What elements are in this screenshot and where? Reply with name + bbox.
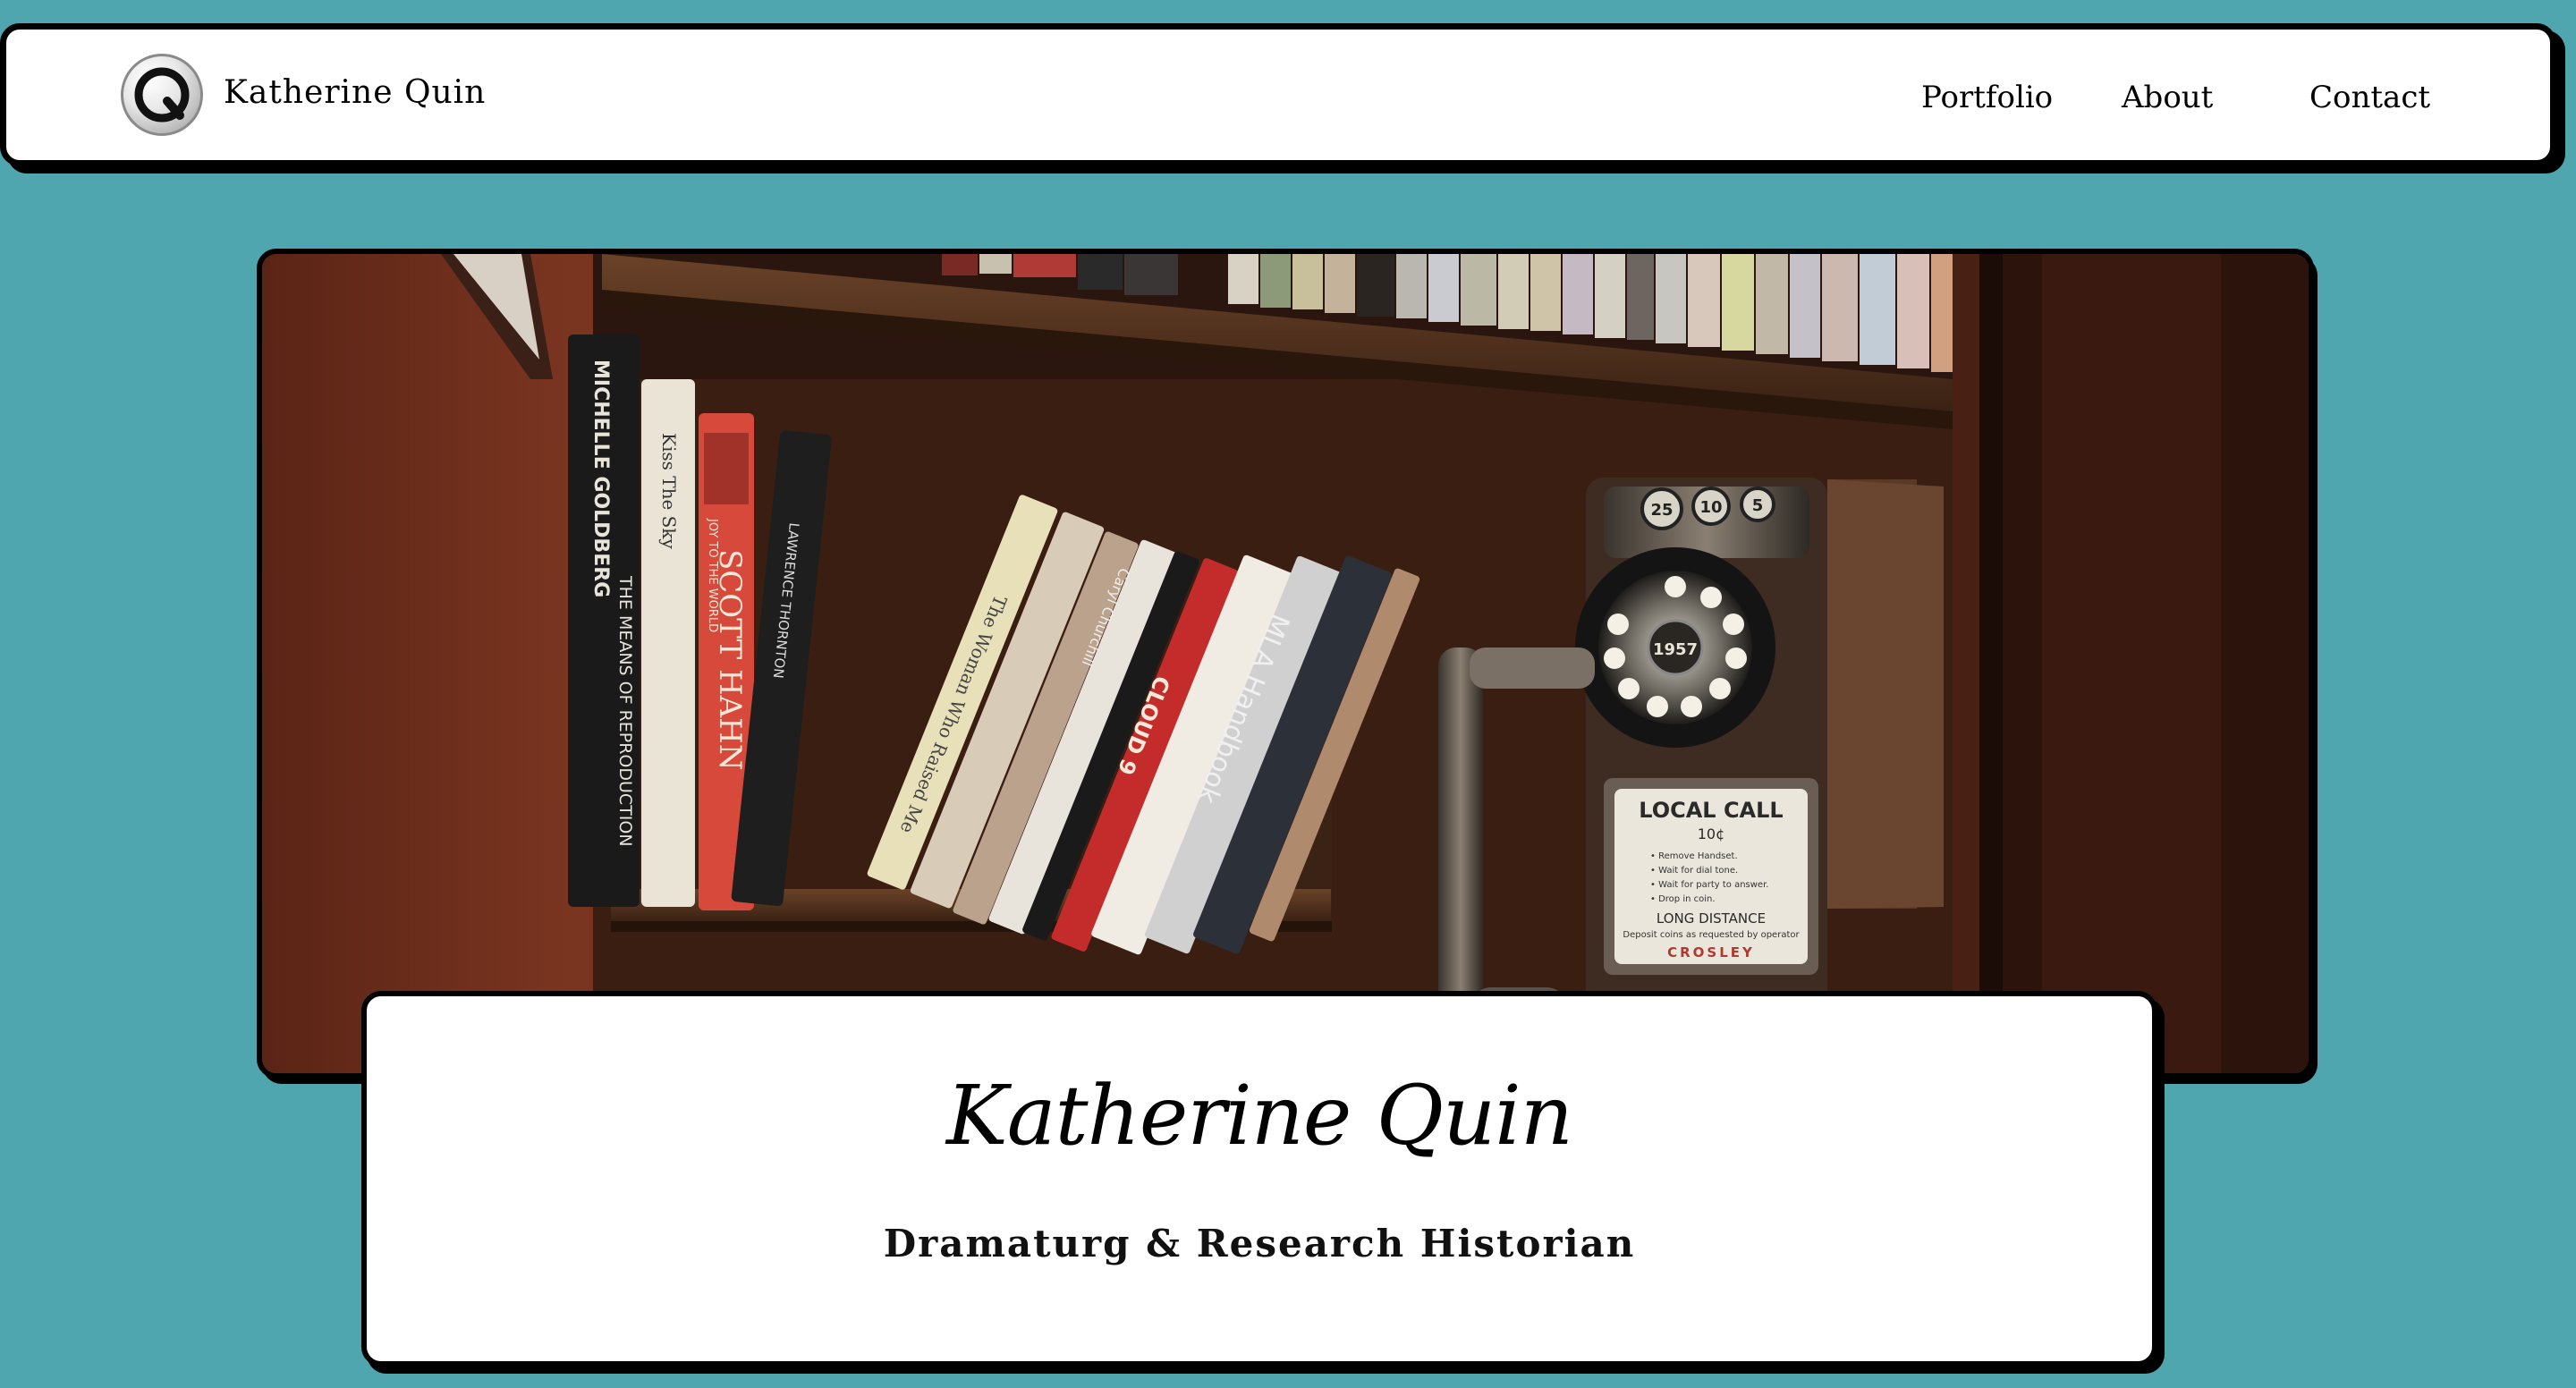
coin-slot-label: 25 <box>1650 501 1673 520</box>
coin-slot-label: 5 <box>1752 496 1764 515</box>
coin-slot-label: 10 <box>1699 498 1722 517</box>
plate-text: • Remove Handset. <box>1650 851 1738 861</box>
dial-center-label: 1957 <box>1653 640 1698 659</box>
plate-title: LOCAL CALL <box>1639 798 1783 823</box>
hero-subtitle: Dramaturg & Research Historian <box>883 1222 1636 1265</box>
payphone-image: 25 10 5 1957 LOCAL CALL 10¢ • Remove Han… <box>1575 478 1827 1073</box>
hero-title: Katherine Quin <box>946 1068 1573 1164</box>
plate-text: Deposit coins as requested by operator <box>1623 930 1800 940</box>
plate-text: LONG DISTANCE <box>1657 910 1766 927</box>
nav-link-about[interactable]: About <box>2122 80 2213 115</box>
book-spine-text: MICHELLE GOLDBERG <box>589 360 612 597</box>
site-header: Katherine Quin Portfolio About Contact <box>0 23 2556 166</box>
plate-text: • Wait for party to answer. <box>1650 880 1768 890</box>
plate-text: • Drop in coin. <box>1650 894 1716 904</box>
logo-icon[interactable] <box>121 54 203 136</box>
nav-link-contact[interactable]: Contact <box>2309 80 2430 115</box>
book-spine-text: THE MEANS OF REPRODUCTION <box>615 575 635 847</box>
book-spine-text: Kiss The Sky <box>658 433 680 549</box>
hero-image: MICHELLE GOLDBERG THE MEANS OF REPRODUCT… <box>257 249 2314 1079</box>
site-name[interactable]: Katherine Quin <box>224 74 486 111</box>
book-spine-text: JOY TO THE WORLD <box>706 518 719 632</box>
nav-link-portfolio[interactable]: Portfolio <box>1921 80 2053 115</box>
plate-brand: CROSLEY <box>1667 944 1755 961</box>
plate-text: • Wait for dial tone. <box>1650 866 1738 876</box>
bookshelf-photo: MICHELLE GOLDBERG THE MEANS OF REPRODUCT… <box>262 254 2309 1073</box>
intro-card: Katherine Quin Dramaturg & Research Hist… <box>361 991 2157 1367</box>
plate-price: 10¢ <box>1698 825 1725 842</box>
